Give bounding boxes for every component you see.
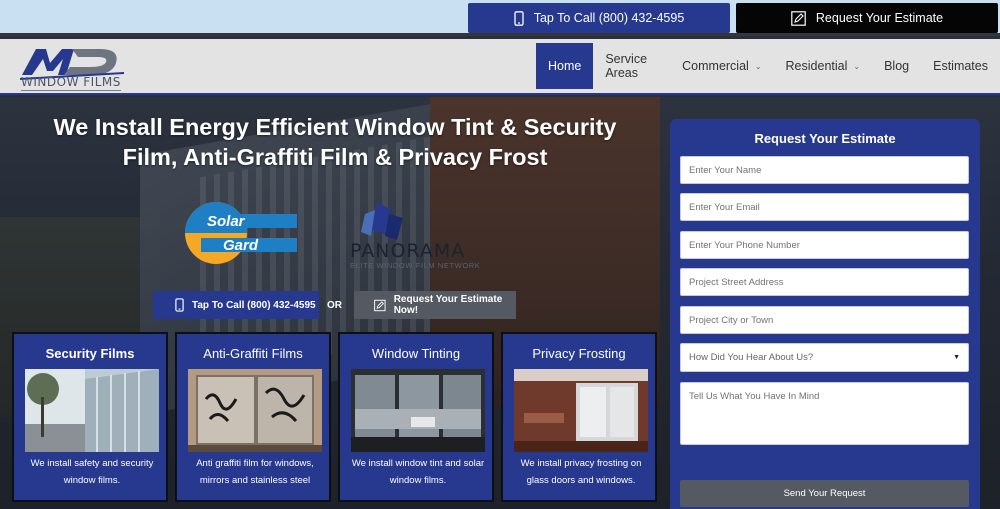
service-card-window-tinting[interactable]: Window Tinting We install window tint an… bbox=[338, 332, 494, 502]
card-description: Anti graffiti film for windows, mirrors … bbox=[196, 458, 314, 486]
hero-cta-row: Tap To Call (800) 432-4595 OR Request Yo… bbox=[153, 291, 516, 319]
message-field[interactable] bbox=[680, 382, 969, 445]
hero-call-label: Tap To Call (800) 432-4595 bbox=[192, 299, 316, 311]
hero-section: We Install Energy Efficient Window Tint … bbox=[0, 97, 1000, 509]
card-description: We install safety and security window fi… bbox=[30, 458, 154, 486]
edit-icon bbox=[791, 10, 806, 26]
estimate-form: Request Your Estimate How Did You Hear A… bbox=[670, 119, 980, 509]
top-bar: Tap To Call (800) 432-4595 Request Your … bbox=[0, 0, 1000, 36]
edit-icon bbox=[374, 299, 386, 311]
nav-item-estimates[interactable]: Estimates bbox=[921, 43, 1000, 89]
chevron-down-icon: ⌄ bbox=[754, 61, 762, 71]
hero-estimate-button[interactable]: Request Your Estimate Now! bbox=[354, 291, 516, 319]
hero-title-line1: We Install Energy Efficient Window Tint … bbox=[53, 114, 617, 140]
top-call-button[interactable]: Tap To Call (800) 432-4595 bbox=[468, 3, 730, 33]
nav-label: Home bbox=[548, 59, 582, 73]
service-cards: Security Films We install safety and sec… bbox=[12, 332, 657, 502]
anti-graffiti-image bbox=[188, 369, 322, 452]
top-estimate-label: Request Your Estimate bbox=[815, 11, 944, 25]
service-card-security-films[interactable]: Security Films We install safety and sec… bbox=[12, 332, 168, 502]
nav-label: Service Areas bbox=[605, 52, 648, 80]
form-title: Request Your Estimate bbox=[754, 131, 896, 146]
solar-gard-logo: Solar Gard bbox=[185, 202, 297, 264]
nav-item-commercial[interactable]: Commercial ⌄ bbox=[670, 43, 773, 89]
hero-title-line2: Film, Anti-Graffiti Film & Privacy Frost bbox=[122, 144, 548, 170]
panorama-subtitle: ELITE WINDOW FILM NETWORK bbox=[350, 261, 481, 270]
window-tinting-image bbox=[351, 369, 485, 452]
security-films-image bbox=[25, 369, 159, 452]
logo-subtitle: WINDOW FILMS bbox=[21, 75, 121, 89]
service-card-anti-graffiti-films[interactable]: Anti-Graffiti Films Anti graffiti film f… bbox=[175, 332, 331, 502]
nav-item-service-areas[interactable]: Service Areas bbox=[593, 43, 670, 89]
chevron-down-icon: ⌄ bbox=[853, 61, 861, 71]
top-call-label: Tap To Call (800) 432-4595 bbox=[533, 11, 685, 25]
service-card-privacy-frosting[interactable]: Privacy Frosting We install privacy fros… bbox=[501, 332, 657, 502]
hero-call-button[interactable]: Tap To Call (800) 432-4595 bbox=[153, 291, 319, 319]
nav-label: Blog bbox=[884, 59, 910, 73]
street-address-field[interactable] bbox=[680, 268, 969, 296]
main-nav: Home Service Areas Commercial ⌄ Residenti… bbox=[536, 43, 1000, 89]
hear-about-value: How Did You Hear About Us? bbox=[689, 352, 814, 363]
nav-item-blog[interactable]: Blog bbox=[872, 43, 921, 89]
hero-estimate-label: Request Your Estimate Now! bbox=[393, 294, 503, 316]
card-title: Security Films bbox=[45, 346, 135, 361]
phone-icon bbox=[175, 298, 184, 312]
card-title: Anti-Graffiti Films bbox=[203, 346, 303, 361]
card-description: We install window tint and solar window … bbox=[351, 458, 485, 486]
nav-item-residential[interactable]: Residential ⌄ bbox=[774, 43, 873, 89]
site-header: WINDOW FILMS Home Service Areas Commerci… bbox=[0, 39, 1000, 95]
name-field[interactable] bbox=[680, 156, 969, 184]
hero-title: We Install Energy Efficient Window Tint … bbox=[20, 112, 650, 172]
nav-label: Commercial bbox=[682, 59, 749, 73]
phone-field[interactable] bbox=[680, 231, 969, 259]
nav-label: Residential bbox=[785, 59, 848, 73]
phone-icon bbox=[514, 10, 524, 26]
card-title: Privacy Frosting bbox=[532, 346, 626, 361]
solar-gard-text-1: Solar bbox=[207, 213, 246, 230]
card-description: We install privacy frosting on glass doo… bbox=[520, 458, 642, 486]
send-request-button[interactable]: Send Your Request bbox=[680, 480, 969, 507]
hero-or-text: OR bbox=[327, 299, 342, 311]
send-request-label: Send Your Request bbox=[783, 488, 866, 499]
city-field[interactable] bbox=[680, 306, 969, 334]
panorama-name: PANORAMA bbox=[350, 240, 466, 262]
nav-item-home[interactable]: Home bbox=[536, 43, 594, 89]
dropdown-arrow-icon: ▼ bbox=[953, 354, 960, 361]
email-field[interactable] bbox=[680, 193, 969, 221]
privacy-frosting-image bbox=[514, 369, 648, 452]
logo-underline bbox=[21, 90, 121, 91]
card-title: Window Tinting bbox=[371, 346, 461, 361]
top-estimate-button[interactable]: Request Your Estimate bbox=[736, 3, 998, 33]
solar-gard-text-2: Gard bbox=[223, 237, 259, 254]
nav-label: Estimates bbox=[933, 59, 988, 73]
hear-about-select[interactable]: How Did You Hear About Us? ▼ bbox=[680, 343, 969, 372]
